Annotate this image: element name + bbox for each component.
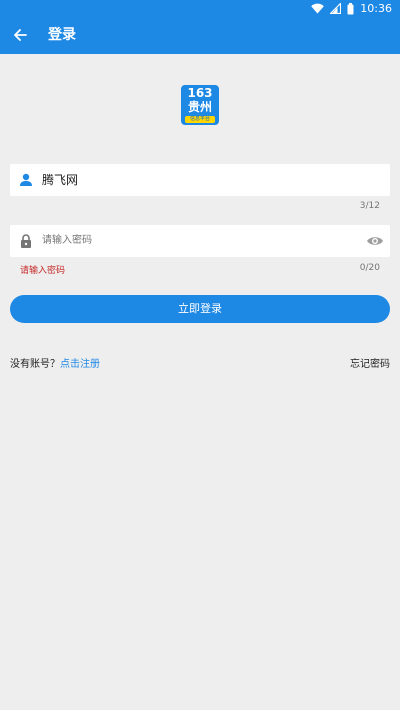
username-value: 腾飞网 — [42, 173, 79, 187]
arrow-left-icon — [14, 29, 27, 41]
register-link[interactable]: 点击注册 — [60, 359, 100, 370]
username-counter: 3/12 — [359, 201, 380, 211]
app-logo: 163 贵州 信息平台 — [181, 85, 219, 125]
password-field[interactable]: 请输入密码 — [10, 225, 390, 257]
no-account-text: 没有账号？ — [10, 359, 60, 370]
eye-icon[interactable] — [366, 232, 384, 250]
lock-icon — [21, 234, 31, 248]
no-account-prompt: 没有账号？点击注册 — [10, 358, 100, 372]
app-bar: 登录 — [0, 17, 400, 54]
forgot-password-link[interactable]: 忘记密码 — [350, 358, 390, 372]
password-placeholder: 请输入密码 — [42, 235, 92, 246]
status-bar: 10:36 — [0, 0, 400, 17]
person-icon — [20, 173, 32, 186]
signal-icon — [330, 3, 342, 14]
login-button[interactable]: 立即登录 — [10, 295, 390, 323]
password-counter: 0/20 — [359, 263, 380, 273]
battery-icon — [347, 2, 354, 14]
logo-number: 163 — [187, 86, 213, 100]
footer-row: 没有账号？点击注册 忘记密码 — [10, 358, 390, 372]
page-title: 登录 — [48, 27, 76, 43]
logo-city: 贵州 — [187, 100, 212, 114]
logo-tagline: 信息平台 — [185, 116, 215, 123]
wifi-icon — [311, 3, 325, 14]
username-field[interactable]: 腾飞网 — [10, 164, 390, 196]
status-time: 10:36 — [360, 2, 392, 15]
password-error: 请输入密码 — [20, 266, 66, 276]
back-button[interactable] — [8, 21, 32, 49]
